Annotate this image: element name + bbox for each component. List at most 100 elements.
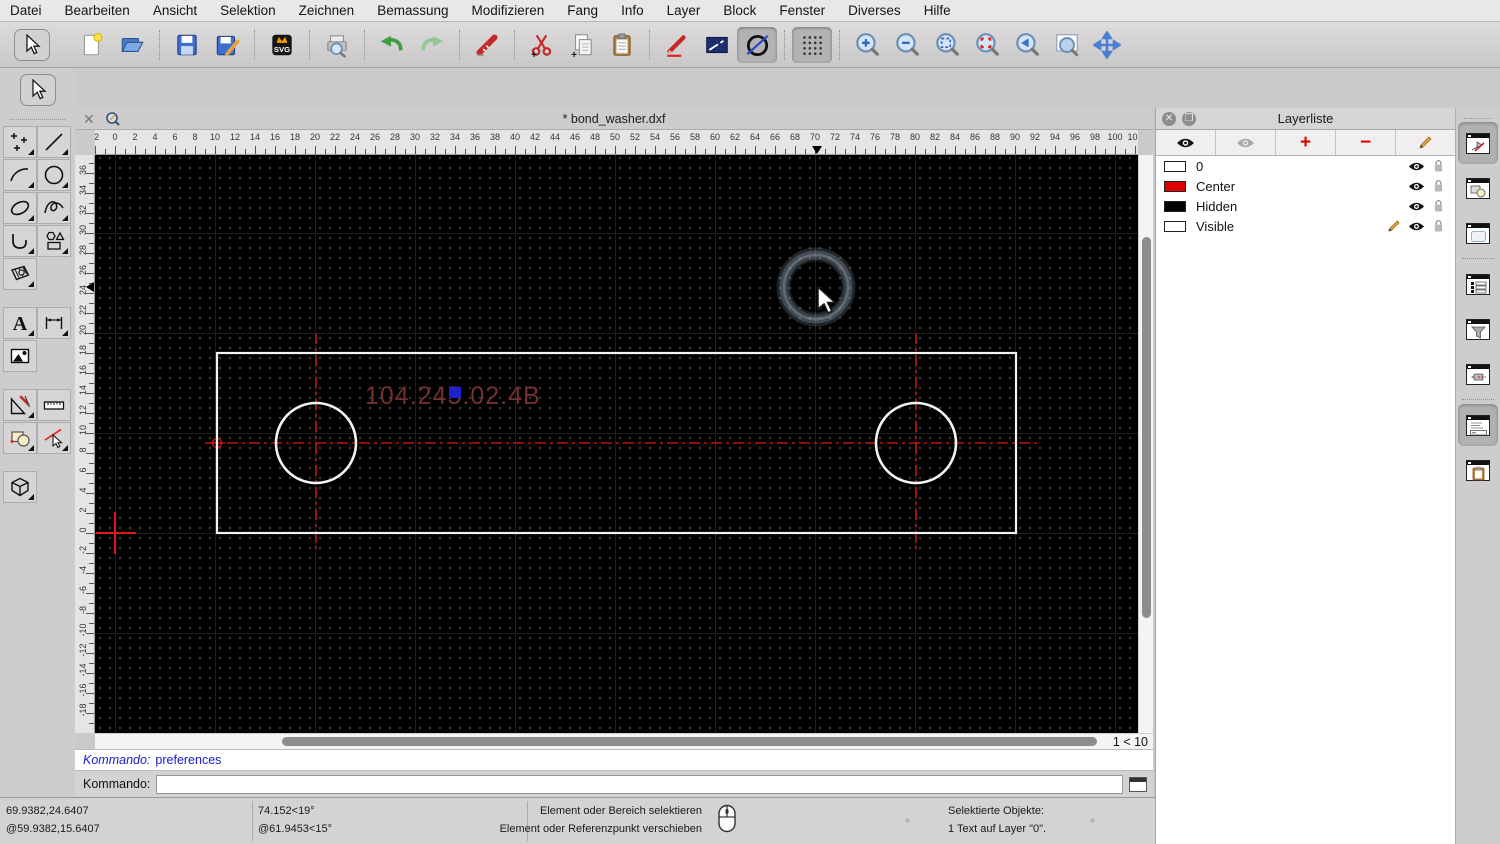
right-dock-strip [1455,108,1500,844]
menu-item-modifizieren[interactable]: Modifizieren [472,3,545,18]
tool-arc[interactable] [3,159,37,191]
vertical-scroll-thumb[interactable] [1141,237,1151,618]
layer-visible-eye-icon[interactable] [1408,221,1425,232]
dock-button-layer-list[interactable] [1458,122,1498,164]
command-input[interactable] [156,774,1123,794]
text-reference-handle[interactable] [450,387,461,398]
paste-button[interactable] [602,27,642,63]
layer-row-hidden[interactable]: Hidden [1156,196,1455,216]
layer-color-swatch[interactable] [1164,160,1186,172]
redo-button[interactable] [412,27,452,63]
tool-ellipse[interactable] [3,192,37,224]
horizontal-scrollbar[interactable]: 1 < 10 [95,733,1153,750]
tool-dimension[interactable] [37,307,71,339]
tool-line[interactable] [37,126,71,158]
zoom-out-button[interactable] [887,27,927,63]
grid-toggle-button[interactable] [792,26,832,63]
cut-button[interactable]: + [522,27,562,63]
zoom-auto-button[interactable] [927,27,967,63]
layer-visible-eye-icon[interactable] [1408,181,1425,192]
dock-button-clipboard[interactable] [1458,449,1498,491]
tool-drafting[interactable] [3,389,37,421]
menu-item-diverses[interactable]: Diverses [848,3,901,18]
status-divider [252,801,253,841]
zoom-pan-button[interactable] [1087,27,1127,63]
zoom-selection-button[interactable] [967,27,1007,63]
save-button[interactable] [167,27,207,63]
dock-handle[interactable] [10,110,65,120]
undo-button[interactable] [372,27,412,63]
svg-export-button[interactable]: SVG [262,27,302,63]
menu-item-bemassung[interactable]: Bemassung [377,3,448,18]
delete-button[interactable] [467,27,507,63]
line-attributes-button[interactable] [697,27,737,63]
zoom-in-button[interactable] [847,27,887,63]
layer-lock-icon[interactable] [1433,199,1444,213]
zoom-window-button[interactable] [1047,27,1087,63]
circle-attributes-button[interactable] [737,26,777,63]
edit-layer-button[interactable] [1396,130,1455,155]
dock-button-block-list[interactable] [1458,167,1498,209]
layer-visible-eye-icon[interactable] [1408,201,1425,212]
layer-color-swatch[interactable] [1164,200,1186,212]
tool-solid-3d[interactable] [3,471,37,503]
tool-points[interactable] [3,126,37,158]
print-preview-button[interactable] [317,27,357,63]
layer-color-swatch[interactable] [1164,180,1186,192]
menu-item-block[interactable]: Block [723,3,756,18]
layer-lock-icon[interactable] [1433,179,1444,193]
dock-select-tool-button[interactable] [19,74,56,106]
tool-spline[interactable] [37,192,71,224]
dock-button-entity-filter[interactable] [1458,308,1498,350]
dock-button-entity-list[interactable] [1458,263,1498,305]
tool-image[interactable] [3,340,37,372]
tool-text[interactable]: A [3,307,37,339]
remove-layer-button[interactable]: − [1336,130,1396,155]
menu-item-ansicht[interactable]: Ansicht [153,3,197,18]
select-tool-button[interactable] [14,28,50,61]
dock-handle[interactable] [1464,111,1492,119]
show-all-layers-button[interactable] [1156,130,1216,155]
layer-row-center[interactable]: Center [1156,176,1455,196]
menu-item-layer[interactable]: Layer [667,3,701,18]
hide-all-layers-button[interactable] [1216,130,1276,155]
tool-deselect[interactable] [37,422,71,454]
layer-row-visible[interactable]: Visible [1156,216,1455,236]
tool-hatch[interactable] [3,258,37,290]
dock-button-pen-palette[interactable] [1458,353,1498,395]
layer-lock-icon[interactable] [1433,219,1444,233]
dock-button-library-browser[interactable] [1458,212,1498,254]
new-file-button[interactable] [72,27,112,63]
menu-item-bearbeiten[interactable]: Bearbeiten [65,3,130,18]
menu-item-datei[interactable]: Datei [10,3,42,18]
zoom-previous-button[interactable] [1007,27,1047,63]
tool-polyline[interactable] [3,225,37,257]
add-layer-button[interactable]: + [1276,130,1336,155]
open-file-button[interactable] [112,27,152,63]
copy-button[interactable]: + [562,27,602,63]
layer-row-0[interactable]: 0 [1156,156,1455,176]
menu-item-fenster[interactable]: Fenster [779,3,825,18]
menu-item-selektion[interactable]: Selektion [220,3,276,18]
menu-item-hilfe[interactable]: Hilfe [924,3,951,18]
layer-edit-pencil-icon[interactable] [1387,219,1401,233]
centerlines[interactable] [205,333,1040,553]
layer-visible-eye-icon[interactable] [1408,161,1425,172]
menu-item-zeichnen[interactable]: Zeichnen [299,3,355,18]
pen-attributes-button[interactable] [657,27,697,63]
tool-circle[interactable] [37,159,71,191]
command-dock-icon[interactable] [1129,776,1147,792]
dock-button-command-widget[interactable] [1458,404,1498,446]
save-as-button[interactable] [207,27,247,63]
menu-item-fang[interactable]: Fang [567,3,598,18]
vertical-scrollbar[interactable] [1138,155,1153,733]
tool-block[interactable] [3,422,37,454]
cursor-arrow-icon [26,33,41,54]
layer-lock-icon[interactable] [1433,159,1444,173]
tool-measure[interactable] [37,389,71,421]
tool-polygon[interactable] [37,225,71,257]
horizontal-scroll-thumb[interactable] [282,737,1097,746]
menu-item-info[interactable]: Info [621,3,644,18]
cad-canvas[interactable]: 104.245.02.4B [95,155,1138,733]
layer-color-swatch[interactable] [1164,220,1186,232]
